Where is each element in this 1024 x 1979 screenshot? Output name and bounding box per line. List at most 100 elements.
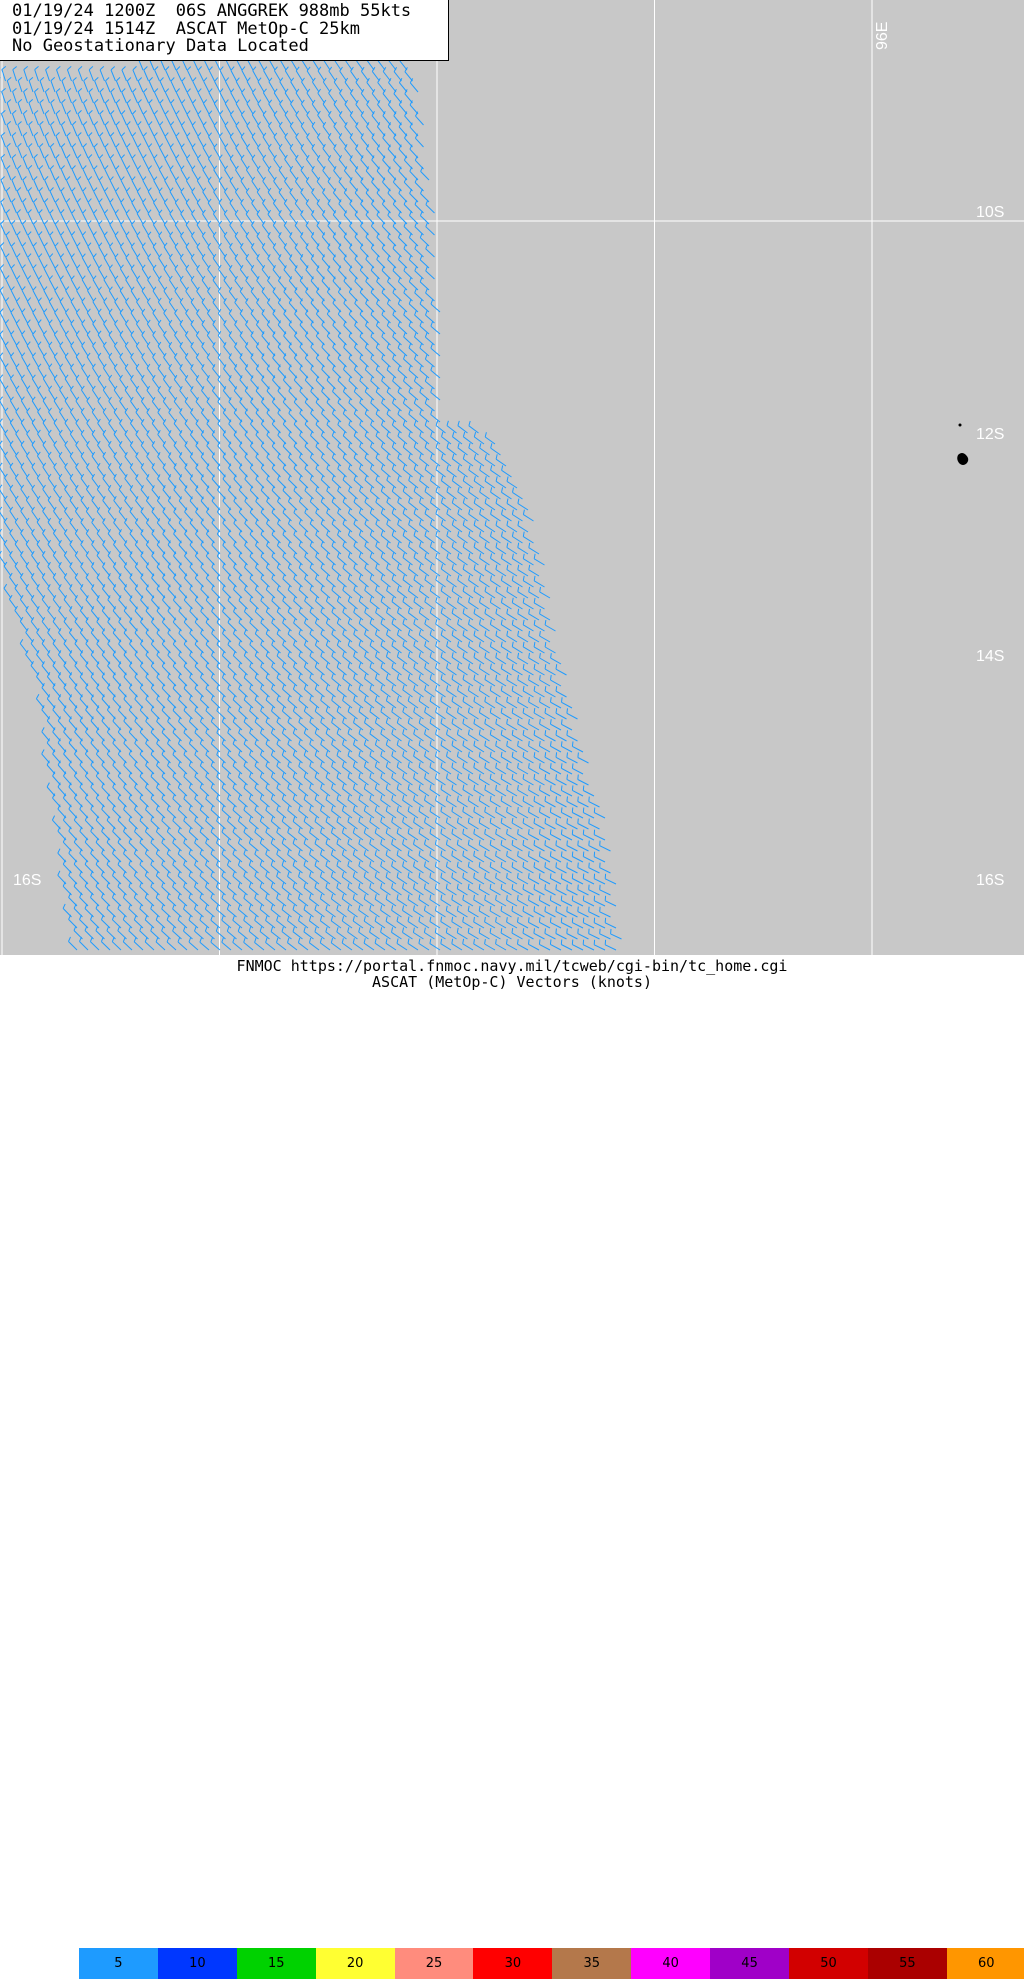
wind-barb (250, 618, 259, 631)
wind-barb (171, 78, 176, 93)
wind-barb (545, 686, 555, 697)
wind-barb (142, 243, 148, 257)
wind-barb (60, 364, 66, 378)
wind-barb (393, 266, 402, 279)
wind-barb (258, 144, 265, 158)
wind-barb (197, 265, 204, 279)
wind-barb (189, 893, 198, 906)
wind-barb (441, 763, 451, 775)
wind-barb (551, 719, 562, 730)
wind-barb (534, 884, 545, 895)
wind-barb (540, 829, 551, 840)
wind-barb (485, 498, 495, 510)
wind-barb (567, 885, 578, 896)
scale-swatch-55: 55 (868, 1948, 947, 1979)
wind-barb (561, 763, 572, 774)
wind-barb (348, 817, 358, 829)
wind-barb (332, 608, 341, 621)
wind-barb (425, 751, 435, 763)
wind-barb (93, 342, 99, 356)
wind-barb (6, 232, 11, 247)
wind-barb (148, 276, 154, 290)
wind-barb (305, 508, 314, 521)
wind-barb (50, 210, 55, 224)
wind-barb (87, 353, 93, 367)
wind-barb (249, 794, 258, 807)
wind-barb (291, 78, 297, 92)
wind-barb (201, 475, 209, 489)
wind-barb (263, 199, 270, 213)
wind-barb (343, 431, 352, 444)
wind-barb (120, 309, 126, 323)
wind-barb (220, 89, 226, 103)
wind-barb (156, 849, 165, 862)
wind-barb (198, 67, 203, 82)
wind-barb (323, 166, 330, 180)
wind-barb (463, 785, 473, 796)
wind-barb (53, 683, 61, 697)
wind-barb (359, 905, 369, 917)
wind-barb (198, 111, 204, 125)
wind-barb (397, 939, 407, 951)
wind-barb (375, 828, 385, 840)
wind-barb (64, 683, 72, 697)
wind-barb (359, 883, 369, 895)
wind-barb (113, 651, 121, 664)
wind-barb (288, 651, 297, 664)
wind-barb (334, 78, 341, 92)
wind-barb (168, 519, 176, 533)
wind-barb (284, 332, 292, 346)
wind-barb (91, 761, 99, 774)
wind-barb (174, 441, 182, 455)
wind-barb (125, 430, 132, 444)
wind-barb (186, 243, 193, 257)
wind-barb (110, 155, 115, 170)
wind-barb (321, 828, 331, 840)
wind-barb (545, 664, 555, 675)
wind-barb (53, 772, 61, 785)
wind-barb (359, 663, 368, 675)
wind-barb (485, 807, 495, 818)
wind-barb (185, 552, 193, 565)
wind-barb (48, 496, 55, 510)
wind-barb (75, 728, 83, 741)
wind-barb (5, 342, 11, 356)
wind-barb (491, 554, 501, 566)
wind-barb (185, 508, 193, 522)
wind-barb (305, 618, 314, 631)
wind-barb (250, 640, 259, 653)
wind-barb (304, 861, 314, 873)
wind-barb (337, 575, 346, 588)
wind-barb (304, 707, 313, 719)
wind-barb (349, 464, 358, 477)
wind-barb (186, 265, 193, 279)
wind-barb (99, 265, 105, 279)
wind-barb (58, 739, 66, 753)
wind-barb (278, 321, 286, 335)
wind-barb (446, 818, 456, 829)
wind-barb (246, 232, 253, 246)
wind-barb (105, 166, 110, 181)
wind-barb (182, 100, 187, 114)
wind-barb (167, 871, 176, 884)
wind-barb (354, 696, 363, 708)
wind-barb (130, 618, 138, 631)
wind-barb (518, 895, 529, 906)
wind-barb (136, 474, 143, 488)
wind-barb (31, 617, 38, 631)
wind-barb (458, 443, 468, 455)
wind-barb (147, 452, 154, 466)
wind-barb (316, 464, 325, 477)
wind-barb (354, 630, 363, 642)
wind-barb (594, 852, 605, 862)
wind-barb (414, 773, 424, 785)
wind-barb (62, 77, 66, 92)
wind-barb (184, 860, 193, 873)
wind-barb (211, 916, 220, 929)
wind-barb (431, 432, 440, 444)
wind-barb (403, 487, 412, 499)
wind-barb (263, 155, 270, 169)
wind-barb (556, 906, 567, 917)
wind-barb (18, 77, 22, 92)
wind-barb (414, 729, 424, 741)
